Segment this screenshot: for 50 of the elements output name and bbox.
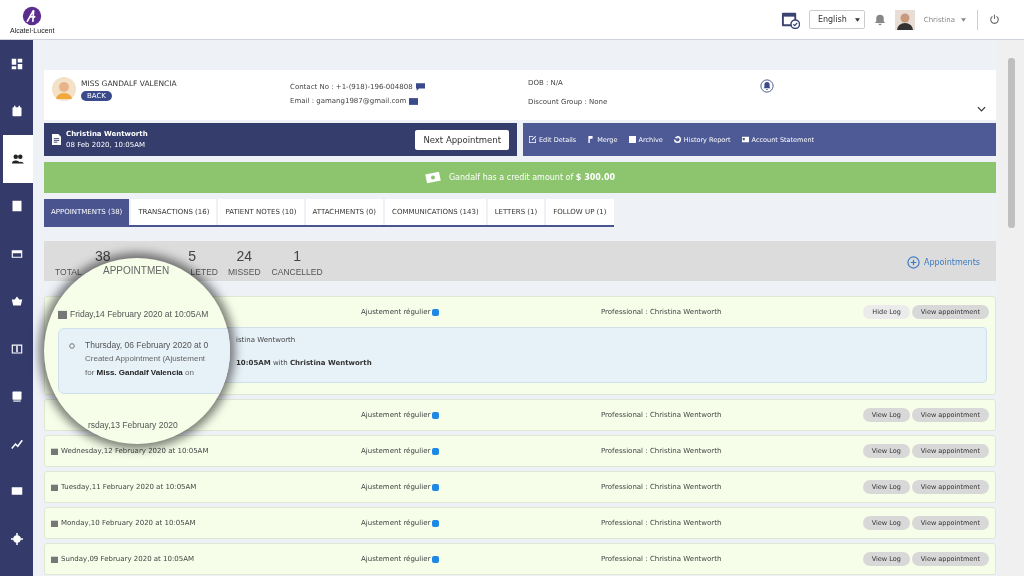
chevron-down-icon[interactable] — [977, 106, 986, 112]
stat-value: 38 — [95, 248, 111, 264]
statement-icon — [741, 136, 749, 143]
bullet-icon — [69, 343, 75, 349]
avatar-icon[interactable] — [894, 9, 915, 30]
calendar-icon — [10, 105, 23, 118]
dashboard-icon — [10, 57, 23, 70]
bell-icon[interactable] — [760, 79, 774, 93]
document-icon — [52, 134, 61, 145]
avatar-icon — [52, 77, 76, 101]
calendar-icon — [51, 483, 58, 491]
calendar-check-icon[interactable] — [780, 10, 800, 29]
calendar-icon — [51, 555, 58, 563]
caret-icon — [961, 17, 966, 22]
money-icon — [424, 171, 441, 184]
stat-value: 1 — [293, 248, 301, 264]
merge-icon — [587, 136, 595, 143]
magnified-date: rsday,13 February 2020 — [88, 420, 178, 430]
power-icon[interactable] — [989, 14, 1000, 25]
stat-label: CANCELLED — [271, 267, 323, 277]
magnified-log-entry: Thursday, 06 February 2020 at 0 — [85, 340, 209, 350]
envelope-icon[interactable] — [409, 97, 419, 105]
language-select[interactable]: English — [808, 10, 865, 29]
credit-message: Gandalf has a credit amount of $ 300.00 — [448, 173, 616, 182]
magnified-date: Friday,14 February 2020 at 10:05AM — [70, 309, 209, 319]
calendar-icon — [51, 447, 58, 455]
stat-value: 24 — [236, 248, 253, 264]
caret-icon — [854, 17, 860, 22]
scrollbar[interactable] — [1007, 58, 1015, 228]
magnified-log-entry: Created Appointment (Ajustement — [85, 354, 206, 364]
plus-circle-icon — [906, 256, 920, 269]
logo-icon — [22, 5, 43, 26]
chart-icon — [10, 437, 23, 450]
card-icon — [10, 247, 23, 260]
people-icon — [12, 152, 24, 165]
chat-icon[interactable] — [415, 83, 425, 91]
calendar-icon — [51, 519, 58, 527]
magnified-log-entry: for Miss. Gandalf Valencia on — [85, 368, 194, 378]
contact-icon — [10, 390, 23, 403]
basket-icon — [10, 295, 23, 308]
archive-icon — [628, 136, 636, 143]
magnified-heading: APPOINTMEN — [103, 265, 170, 277]
bell-icon[interactable] — [873, 13, 886, 26]
stat-value: 5 — [188, 248, 196, 264]
next-appointment-button[interactable]: Next Appointment — [415, 129, 509, 150]
edit-icon — [529, 136, 536, 143]
calendar-icon — [58, 309, 67, 319]
stat-label: MISSED — [228, 267, 261, 277]
sidebar-item[interactable] — [0, 135, 33, 183]
history-icon — [673, 136, 681, 143]
